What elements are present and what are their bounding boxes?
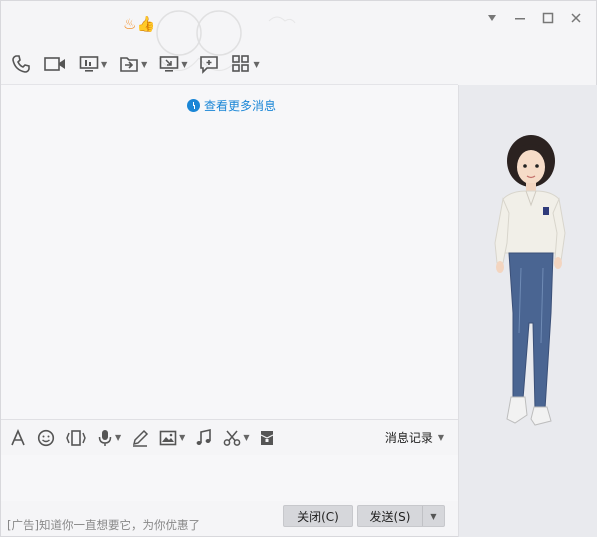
clock-icon [187,99,200,112]
message-history-label: 消息记录 [384,431,433,445]
ad-link[interactable]: [广告]知道你一直想要它，为你优惠了 [7,517,200,533]
video-call-button[interactable] [39,51,71,77]
chevron-down-icon: ▼ [179,433,186,442]
font-button[interactable] [7,426,29,450]
screenshot-button[interactable]: ▼ [221,426,251,450]
chevron-down-icon: ▼ [115,433,122,442]
send-file-button[interactable]: ▼ [115,51,151,77]
view-more-messages-label: 查看更多消息 [204,99,277,113]
minimize-icon[interactable] [506,9,534,27]
image-button[interactable]: ▼ [157,426,187,450]
view-more-messages-link[interactable]: 查看更多消息 [187,97,276,114]
show-avatar-panel [458,85,597,537]
flame-badge-icon: ♨👍 [123,15,156,33]
smiley-icon [37,429,55,446]
red-packet-icon [261,430,274,445]
font-icon [11,428,25,445]
microphone-icon [98,429,112,446]
remote-desktop-icon [160,56,179,72]
image-icon [159,430,177,445]
chat-toolbar: ▼ ▼ ▼ ▼ [7,51,264,77]
chevron-down-icon: ▼ [141,59,148,69]
maximize-icon[interactable] [534,9,562,27]
input-toolbar: ▼ ▼ ▼ 消息记录 ▼ [1,419,458,455]
send-button-label: 发送(S) [369,509,411,524]
music-button[interactable] [193,426,215,450]
message-area[interactable]: 查看更多消息 [1,85,458,419]
chevron-down-icon: ▼ [243,433,250,442]
video-camera-icon [44,57,65,71]
chevron-down-icon: ▼ [437,433,444,442]
apps-button[interactable]: ▼ [227,51,263,77]
emoji-button[interactable] [35,426,57,450]
create-discussion-button[interactable] [195,51,223,77]
send-file-icon [120,57,138,72]
send-button[interactable]: 发送(S) ▼ [357,505,445,527]
scissors-icon [223,430,241,446]
message-input[interactable] [1,455,458,501]
shake-icon [66,429,86,446]
chat-window: ♨👍 ▼ ▼ ▼ ▼ 查看更多消息 ▼ ▼ ▼ 消息记录 ▼ [广告]知道你一直… [0,0,597,537]
chevron-down-icon: ▼ [101,59,108,69]
chevron-down-icon: ▼ [181,59,188,69]
title-bar: ♨👍 [1,1,597,72]
bottom-bar: [广告]知道你一直想要它，为你优惠了 关闭(C) 发送(S) ▼ [1,501,458,537]
show-avatar-figure-icon [494,135,566,426]
voice-button[interactable]: ▼ [95,426,123,450]
remote-desktop-button[interactable]: ▼ [155,51,191,77]
add-chat-icon [200,56,219,74]
apps-grid-icon [232,55,250,72]
phone-icon [12,55,30,73]
close-button[interactable]: 关闭(C) [283,505,353,527]
message-history-button[interactable]: 消息记录 ▼ [385,429,444,446]
screen-share-icon [79,56,99,72]
pencil-icon [133,429,149,447]
close-icon[interactable] [562,9,590,27]
voice-call-button[interactable] [7,51,35,77]
doodle-button[interactable] [129,426,151,450]
triangle-down-icon[interactable] [478,9,506,27]
screen-share-button[interactable]: ▼ [75,51,111,77]
shake-button[interactable] [63,426,89,450]
music-note-icon [196,428,212,445]
red-packet-button[interactable] [257,426,277,450]
send-options-dropdown[interactable]: ▼ [422,506,444,526]
window-controls [478,9,590,27]
chevron-down-icon: ▼ [253,59,260,69]
